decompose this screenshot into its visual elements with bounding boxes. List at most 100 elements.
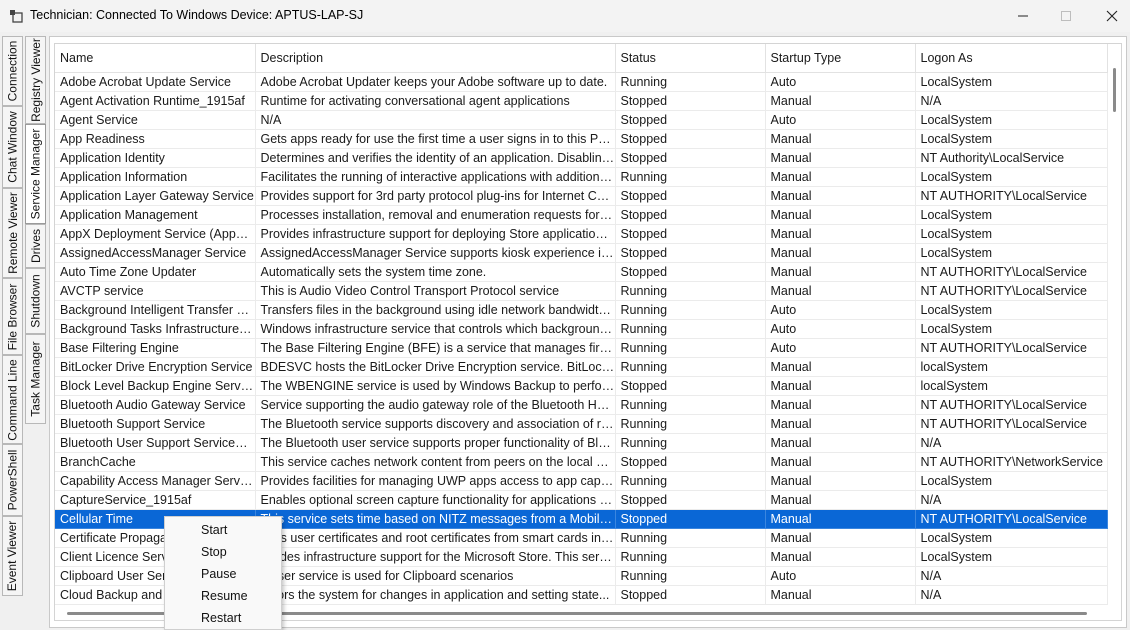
table-row[interactable]: Application Management Processes installa… <box>55 205 1108 225</box>
cell-logon-as: LocalSystem <box>915 300 1108 320</box>
cell-description: Gets apps ready for use the first time a… <box>255 129 616 149</box>
cell-logon-as: NT AUTHORITY\LocalService <box>915 338 1108 358</box>
cell-startup-type: Manual <box>765 585 916 605</box>
table-row[interactable]: Application Identity Determines and verif… <box>55 148 1108 168</box>
cell-name: AppX Deployment Service (AppXS... <box>55 224 256 244</box>
column-header-startup-type[interactable]: Startup Type <box>765 44 916 73</box>
cell-status: Stopped <box>615 262 766 282</box>
table-row[interactable]: Block Level Backup Engine Service The WBE… <box>55 376 1108 396</box>
cell-name: Application Management <box>55 205 256 225</box>
tab-label: Command Line <box>5 358 20 441</box>
table-row[interactable]: Bluetooth Audio Gateway Service Service s… <box>55 395 1108 415</box>
cell-status: Stopped <box>615 509 766 529</box>
table-row[interactable]: Adobe Acrobat Update Service Adobe Acroba… <box>55 72 1108 92</box>
table-row[interactable]: AssignedAccessManager Service AssignedAcc… <box>55 243 1108 263</box>
table-row[interactable]: Background Tasks Infrastructure S... Wind… <box>55 319 1108 339</box>
cell-startup-type: Manual <box>765 509 916 529</box>
menu-item-resume[interactable]: Resume <box>166 585 280 607</box>
table-row[interactable]: Application Layer Gateway Service Provide… <box>55 186 1108 206</box>
table-row[interactable]: AVCTP service This is Audio Video Control… <box>55 281 1108 301</box>
cell-description: The WBENGINE service is used by Windows … <box>255 376 616 396</box>
cell-description: This is Audio Video Control Transport Pr… <box>255 281 616 301</box>
tab-file-browser[interactable]: File Browser <box>2 278 23 355</box>
table-row[interactable]: Capability Access Manager Service Provide… <box>55 471 1108 491</box>
cell-logon-as: NT AUTHORITY\LocalService <box>915 509 1108 529</box>
tab-connection[interactable]: Connection <box>2 36 23 106</box>
menu-item-pause[interactable]: Pause <box>166 563 280 585</box>
cell-description: Processes installation, removal and enum… <box>255 205 616 225</box>
table-row[interactable]: Auto Time Zone Updater Automatically sets… <box>55 262 1108 282</box>
cell-status: Running <box>615 547 766 567</box>
table-row[interactable]: Bluetooth Support Service The Bluetooth s… <box>55 414 1108 434</box>
table-row[interactable]: AppX Deployment Service (AppXS... Provide… <box>55 224 1108 244</box>
tab-label: Remote Viewer <box>5 192 20 274</box>
cell-description: Enables optional screen capture function… <box>255 490 616 510</box>
cell-description: Provides infrastructure support for depl… <box>255 224 616 244</box>
cell-description: Facilitates the running of interactive a… <box>255 167 616 187</box>
tab-chat-window[interactable]: Chat Window <box>2 106 23 188</box>
cell-status: Running <box>615 357 766 377</box>
table-row[interactable]: Application Information Facilitates the r… <box>55 167 1108 187</box>
table-row[interactable]: Bluetooth User Support Service_19... The … <box>55 433 1108 453</box>
table-row[interactable]: Agent Service N/A Stopped Auto LocalSystem <box>55 110 1108 130</box>
cell-status: Stopped <box>615 243 766 263</box>
cell-name: BranchCache <box>55 452 256 472</box>
cell-logon-as: LocalSystem <box>915 129 1108 149</box>
cell-startup-type: Manual <box>765 414 916 434</box>
tab-task-manager[interactable]: Task Manager <box>25 334 46 424</box>
tab-shutdown[interactable]: Shutdown <box>25 268 46 334</box>
cell-description: The Base Filtering Engine (BFE) is a ser… <box>255 338 616 358</box>
vertical-scrollbar-thumb[interactable] <box>1113 68 1116 112</box>
title-bar: Technician: Connected To Windows Device:… <box>0 0 1130 32</box>
cell-description: Adobe Acrobat Updater keeps your Adobe s… <box>255 72 616 92</box>
cell-logon-as: N/A <box>915 91 1108 111</box>
cell-name: Bluetooth Audio Gateway Service <box>55 395 256 415</box>
cell-startup-type: Auto <box>765 338 916 358</box>
cell-startup-type: Manual <box>765 547 916 567</box>
cell-startup-type: Manual <box>765 262 916 282</box>
column-header-description[interactable]: Description <box>255 44 616 73</box>
column-header-name[interactable]: Name <box>55 44 256 73</box>
column-header-status[interactable]: Status <box>615 44 766 73</box>
maximize-icon <box>1061 11 1071 21</box>
menu-item-stop[interactable]: Stop <box>166 541 280 563</box>
tab-registry-viewer[interactable]: Registry Viewer <box>25 36 46 124</box>
maximize-button[interactable] <box>1043 0 1089 32</box>
cell-description: The Bluetooth service supports discovery… <box>255 414 616 434</box>
cell-logon-as: LocalSystem <box>915 471 1108 491</box>
cell-name: Adobe Acrobat Update Service <box>55 72 256 92</box>
close-button[interactable] <box>1089 0 1130 32</box>
cell-status: Stopped <box>615 110 766 130</box>
column-header-logon-as[interactable]: Logon As <box>915 44 1108 73</box>
cell-name: Base Filtering Engine <box>55 338 256 358</box>
table-row[interactable]: Background Intelligent Transfer Se... Tra… <box>55 300 1108 320</box>
tab-command-line[interactable]: Command Line <box>2 355 23 444</box>
tab-event-viewer[interactable]: Event Viewer <box>2 516 23 596</box>
cell-startup-type: Manual <box>765 224 916 244</box>
table-row[interactable]: CaptureService_1915af Enables optional sc… <box>55 490 1108 510</box>
cell-logon-as: LocalSystem <box>915 319 1108 339</box>
cell-startup-type: Manual <box>765 205 916 225</box>
table-row[interactable]: BitLocker Drive Encryption Service BDESVC… <box>55 357 1108 377</box>
tab-service-manager[interactable]: Service Manager <box>25 124 46 224</box>
cell-logon-as: LocalSystem <box>915 224 1108 244</box>
minimize-button[interactable] <box>1000 0 1046 32</box>
cell-startup-type: Manual <box>765 433 916 453</box>
cell-logon-as: LocalSystem <box>915 528 1108 548</box>
tab-remote-viewer[interactable]: Remote Viewer <box>2 188 23 278</box>
table-row[interactable]: Agent Activation Runtime_1915af Runtime f… <box>55 91 1108 111</box>
menu-item-restart[interactable]: Restart <box>166 607 280 629</box>
cell-description: ...user service is used for Clipboard sc… <box>255 566 616 586</box>
menu-item-start[interactable]: Start <box>166 519 280 541</box>
cell-status: Stopped <box>615 186 766 206</box>
table-row[interactable]: BranchCache This service caches network c… <box>55 452 1108 472</box>
cell-startup-type: Manual <box>765 357 916 377</box>
tab-drives[interactable]: Drives <box>25 224 46 268</box>
table-row[interactable]: Base Filtering Engine The Base Filtering … <box>55 338 1108 358</box>
tab-label: Registry Viewer <box>28 38 43 122</box>
table-row[interactable]: App Readiness Gets apps ready for use the… <box>55 129 1108 149</box>
tab-powershell[interactable]: PowerShell <box>2 444 23 516</box>
cell-name: Agent Service <box>55 110 256 130</box>
cell-startup-type: Manual <box>765 471 916 491</box>
vertical-scrollbar[interactable] <box>1111 68 1119 608</box>
